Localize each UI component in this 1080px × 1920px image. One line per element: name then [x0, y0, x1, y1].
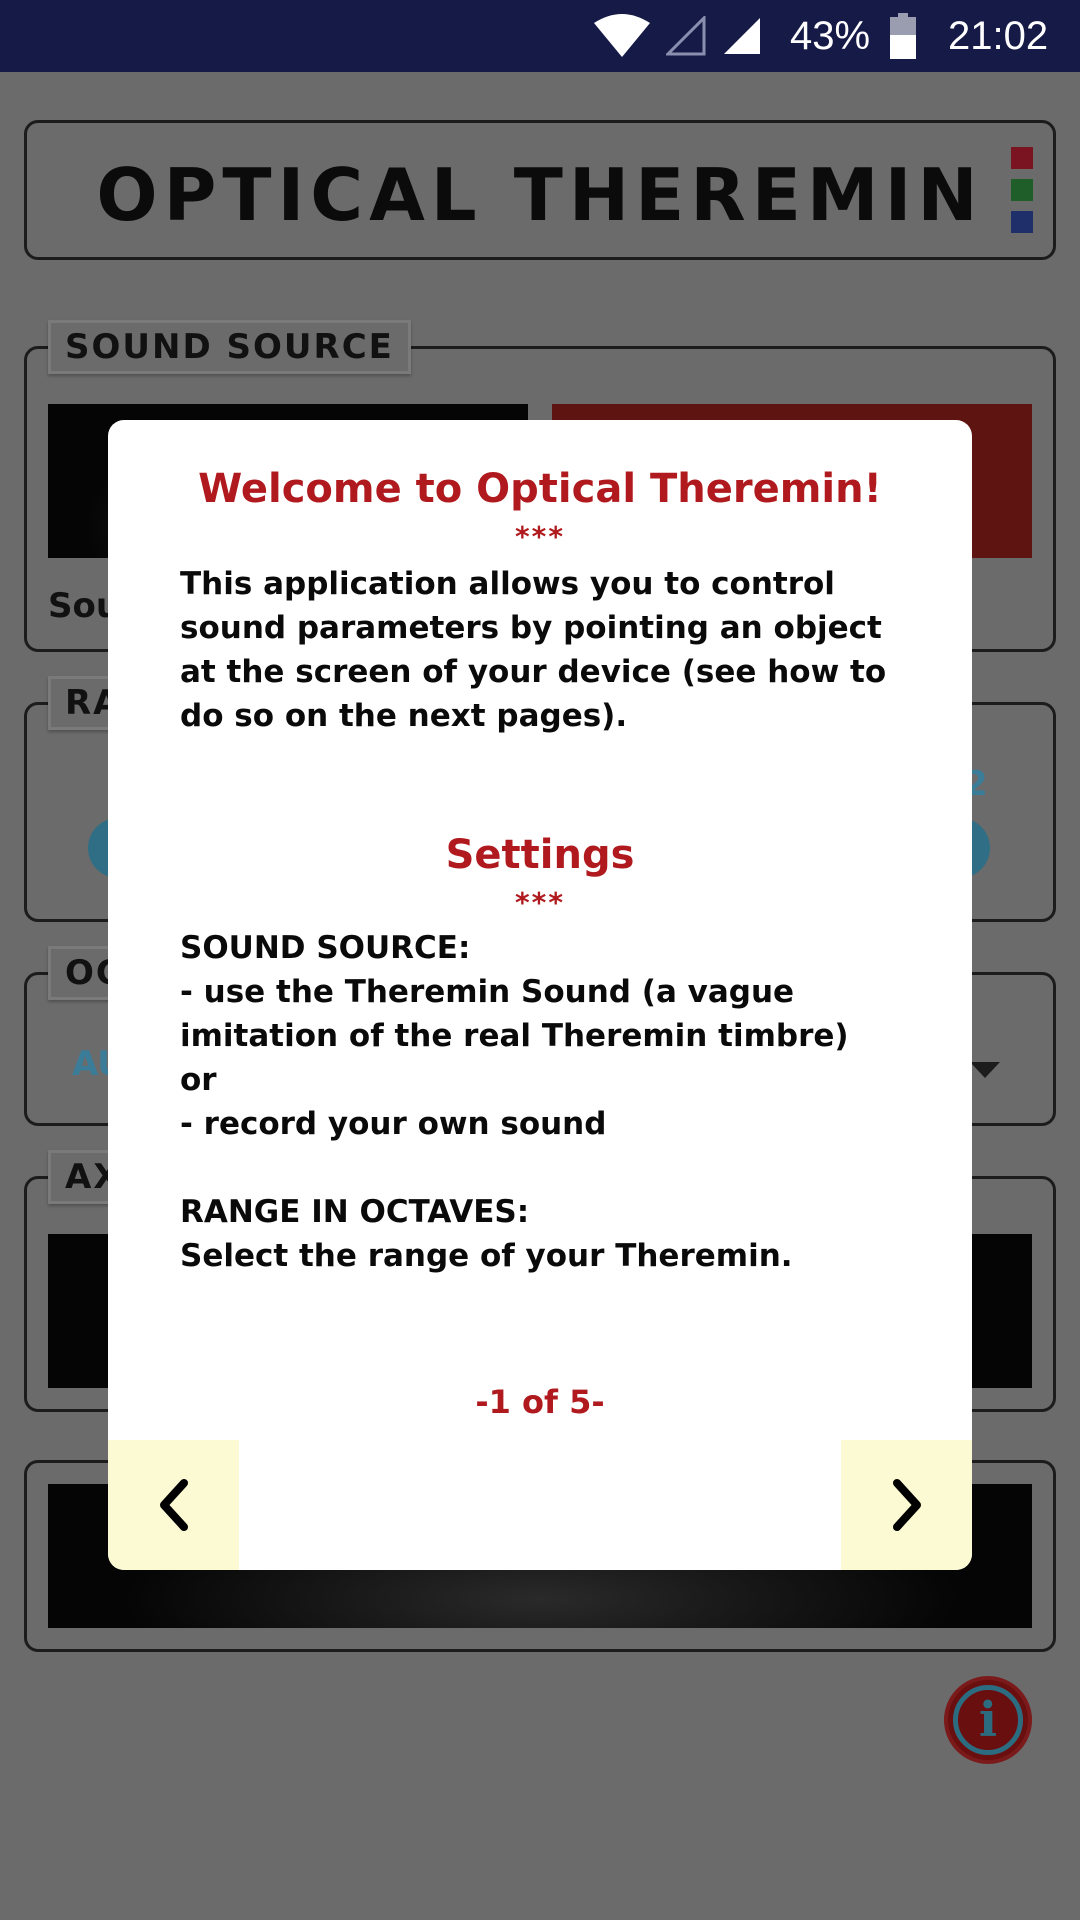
battery-icon — [890, 0, 916, 72]
status-bar: 43% 21:02 — [0, 0, 1080, 72]
info-button[interactable]: i — [944, 1676, 1032, 1764]
intro-text: This application allows you to control s… — [180, 562, 900, 738]
settings-line: or — [180, 1062, 217, 1098]
title-panel: OPTICAL THEREMIN — [24, 120, 1056, 260]
settings-line: RANGE IN OCTAVES: — [180, 1194, 530, 1230]
settings-line: - use the Theremin Sound (a vague — [180, 974, 795, 1010]
chevron-down-icon[interactable] — [970, 1062, 1000, 1084]
intro-line: do so on the next pages). — [180, 698, 628, 734]
page-indicator: -1 of 5- — [475, 1383, 605, 1421]
settings-line: imitation of the real Theremin timbre) — [180, 1018, 849, 1054]
signal-icon — [722, 0, 762, 72]
chevron-right-icon — [892, 1479, 921, 1531]
settings-text: SOUND SOURCE: - use the Theremin Sound (… — [180, 926, 900, 1278]
previous-page-button[interactable] — [108, 1440, 239, 1570]
next-page-button[interactable] — [841, 1440, 972, 1570]
welcome-stars: *** — [515, 520, 565, 553]
settings-line: - record your own sound — [180, 1106, 607, 1142]
app-title: OPTICAL THEREMIN — [96, 153, 984, 237]
settings-spacer — [180, 1146, 900, 1190]
welcome-title: Welcome to Optical Theremin! — [198, 466, 882, 512]
clock: 21:02 — [948, 13, 1049, 58]
info-icon: i — [953, 1685, 1023, 1755]
settings-line: Select the range of your Theremin. — [180, 1238, 793, 1274]
intro-line: sound parameters by pointing an object — [180, 610, 882, 646]
settings-title: Settings — [445, 832, 635, 878]
settings-stars: *** — [515, 886, 565, 919]
intro-line: at the screen of your device (see how to — [180, 654, 887, 690]
intro-line: This application allows you to control — [180, 566, 835, 602]
green-dot-icon — [1011, 179, 1033, 201]
chevron-left-icon — [159, 1479, 188, 1531]
blue-dot-icon — [1011, 211, 1033, 233]
sound-source-legend: SOUND SOURCE — [48, 320, 411, 374]
settings-line: SOUND SOURCE: — [180, 930, 471, 966]
battery-percent: 43% — [790, 13, 871, 58]
red-dot-icon — [1011, 147, 1033, 169]
welcome-dialog: Welcome to Optical Theremin! *** This ap… — [108, 420, 972, 1570]
wifi-icon — [594, 0, 650, 72]
signal-empty-icon — [666, 0, 706, 72]
